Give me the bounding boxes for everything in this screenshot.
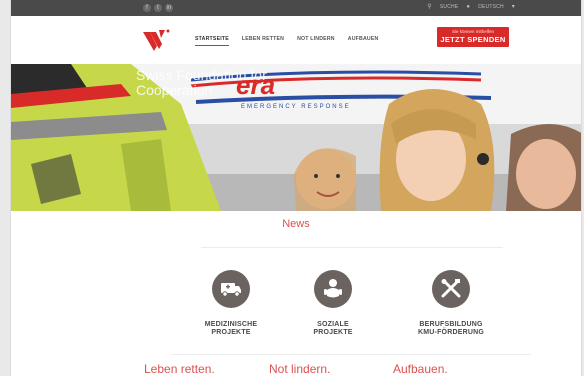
donate-label: JETZT SPENDEN — [440, 35, 506, 44]
slogan-not-lindern[interactable]: Not lindern. — [269, 362, 330, 376]
ambulance-icon[interactable] — [212, 270, 250, 308]
slogan-aufbauen[interactable]: Aufbauen. — [393, 362, 448, 376]
hero-heading: Swiss Foundation for Cooperation — [136, 67, 267, 98]
card-vocational-label: BERUFSBILDUNG KMU-FÖRDERUNG — [401, 321, 501, 337]
search-link[interactable]: SUCHE — [440, 4, 459, 10]
news-heading[interactable]: News — [11, 218, 581, 230]
tools-icon[interactable] — [432, 270, 470, 308]
logo[interactable] — [141, 26, 173, 54]
svg-text:EMERGENCY RESPONSE: EMERGENCY RESPONSE — [241, 104, 351, 110]
card-vocational-line2: KMU-FÖRDERUNG — [418, 329, 484, 336]
browser-page: f t in ⚲ SUCHE ● DEUTSCH ▾ STARTSEITE LE… — [10, 0, 582, 376]
language-selector[interactable]: DEUTSCH — [478, 4, 504, 10]
baby-icon[interactable] — [314, 270, 352, 308]
card-vocational[interactable]: BERUFSBILDUNG KMU-FÖRDERUNG — [401, 270, 501, 337]
card-medical-label: MEDIZINISCHE PROJEKTE — [181, 321, 281, 337]
card-medical-line1: MEDIZINISCHE — [204, 321, 258, 328]
hero-image: era EMERGENCY RESPONSE — [11, 64, 581, 211]
site-header: STARTSEITE LEBEN RETTEN NOT LINDERN AUFB… — [11, 16, 581, 64]
news-divider — [201, 247, 503, 248]
top-bar: f t in ⚲ SUCHE ● DEUTSCH ▾ — [11, 0, 581, 16]
nav-startseite[interactable]: STARTSEITE — [195, 36, 229, 46]
card-medical[interactable]: MEDIZINISCHE PROJEKTE — [181, 270, 281, 337]
twitter-icon[interactable]: t — [154, 4, 162, 12]
donate-caption: Sie können mithelfen — [451, 29, 495, 34]
card-social-line1: SOZIALE — [317, 321, 349, 328]
card-vocational-line1: BERUFSBILDUNG — [419, 321, 483, 328]
main-nav: STARTSEITE LEBEN RETTEN NOT LINDERN AUFB… — [195, 36, 378, 46]
nav-leben-retten[interactable]: LEBEN RETTEN — [242, 36, 284, 46]
hero-banner: era EMERGENCY RESPONSE Swiss Foundation … — [11, 64, 581, 211]
card-social-label: SOZIALE PROJEKTE — [283, 321, 383, 337]
facebook-icon[interactable]: f — [143, 4, 151, 12]
nav-not-lindern[interactable]: NOT LINDERN — [297, 36, 335, 46]
globe-icon: ● — [466, 3, 471, 10]
slogan-leben-retten[interactable]: Leben retten. — [144, 362, 215, 376]
linkedin-icon[interactable]: in — [165, 4, 173, 12]
top-utility: ⚲ SUCHE ● DEUTSCH ▾ — [427, 3, 515, 11]
card-social[interactable]: SOZIALE PROJEKTE — [283, 270, 383, 337]
slogan-divider — [171, 354, 531, 355]
card-social-line2: PROJEKTE — [313, 329, 353, 336]
nav-aufbauen[interactable]: AUFBAUEN — [348, 36, 379, 46]
search-icon[interactable]: ⚲ — [427, 3, 432, 10]
donate-button[interactable]: Sie können mithelfen JETZT SPENDEN — [437, 27, 509, 47]
social-links: f t in — [143, 4, 173, 12]
chevron-down-icon[interactable]: ▾ — [512, 3, 515, 10]
card-medical-line2: PROJEKTE — [211, 329, 251, 336]
